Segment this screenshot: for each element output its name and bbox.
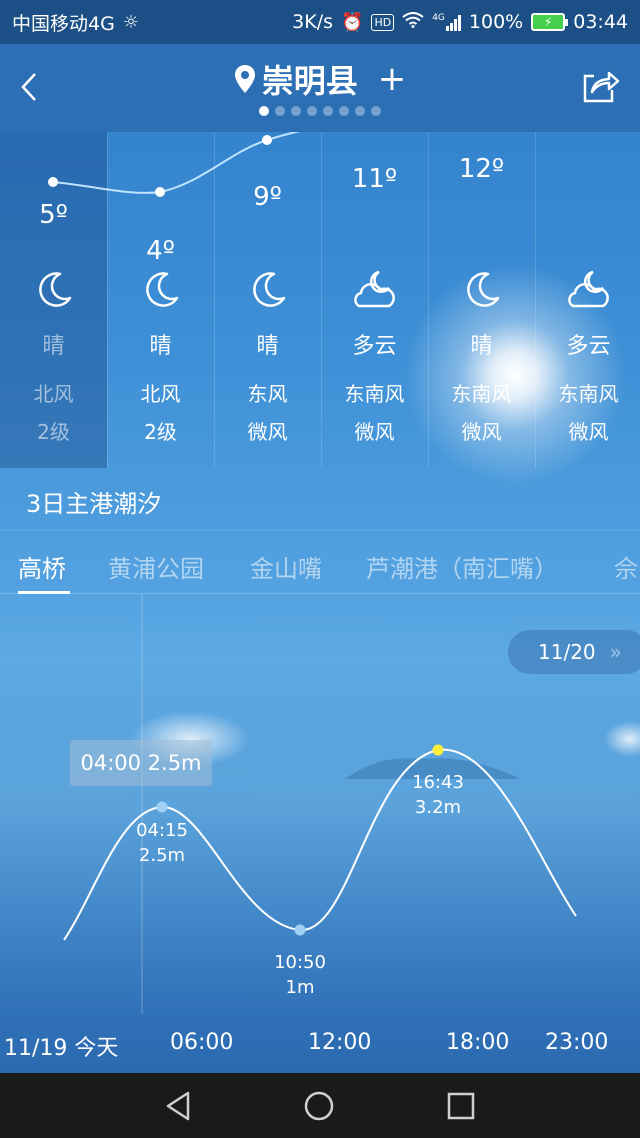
page-dot bbox=[355, 106, 365, 116]
hourly-forecast: 5º 晴北风 2级 4º 晴北风 2级 9º 晴东风微风 11º 多云东南风微风 12º 晴东南风微风… bbox=[0, 132, 640, 468]
tide-section-title: 3日主港潮汐 bbox=[26, 490, 162, 518]
wind-level: 微风 bbox=[247, 420, 288, 444]
condition-label: 晴 bbox=[149, 334, 172, 359]
x-axis-tick: 11/19 今天 bbox=[4, 1036, 119, 1061]
page-dot bbox=[323, 106, 333, 116]
city-name: 崇明县 bbox=[261, 62, 358, 100]
wifi-icon bbox=[402, 11, 424, 33]
nav-home-button[interactable] bbox=[302, 1089, 336, 1123]
temperature-label: 12º bbox=[458, 154, 505, 184]
wind-level: 2级 bbox=[37, 420, 70, 444]
app-header: 崇明县 + bbox=[0, 44, 640, 132]
tide-time-label: 16:43 bbox=[412, 772, 464, 793]
share-icon bbox=[583, 71, 620, 103]
signal-icon: 4G bbox=[432, 13, 461, 31]
network-speed: 3K/s bbox=[292, 11, 334, 33]
nav-recents-button[interactable] bbox=[444, 1089, 478, 1123]
port-tabs: 高桥 黄浦公园 金山嘴 芦潮港（南汇嘴） 佘 bbox=[0, 530, 640, 594]
tab-port-3[interactable]: 芦潮港（南汇嘴） bbox=[366, 549, 558, 584]
triangle-back-icon bbox=[166, 1091, 190, 1121]
page-dot bbox=[275, 106, 285, 116]
page-dot bbox=[339, 106, 349, 116]
temperature-point bbox=[48, 177, 58, 187]
moon-icon bbox=[0, 268, 107, 312]
tide-tooltip: 04:00 2.5m bbox=[70, 740, 212, 786]
wind-direction: 东南风 bbox=[451, 382, 512, 406]
circle-home-icon bbox=[304, 1091, 334, 1121]
condition-label: 晴 bbox=[42, 334, 65, 359]
brightness-icon: ☼ bbox=[122, 11, 139, 33]
next-day-button[interactable]: 11/20 » bbox=[508, 630, 640, 674]
condition-label: 晴 bbox=[256, 334, 279, 359]
tab-port-1[interactable]: 黄浦公园 bbox=[108, 549, 204, 584]
signal-type: 4G bbox=[432, 13, 445, 23]
cloudy-night-icon bbox=[321, 268, 428, 312]
wind-direction: 东南风 bbox=[558, 382, 619, 406]
double-chevron-right-icon: » bbox=[609, 640, 622, 664]
next-date-label: 11/20 bbox=[538, 640, 596, 664]
nav-back-button[interactable] bbox=[162, 1089, 196, 1123]
wind-level: 微风 bbox=[354, 420, 395, 444]
share-button[interactable] bbox=[582, 68, 622, 108]
wind-level: 2级 bbox=[144, 420, 177, 444]
temperature-label: 11º bbox=[351, 164, 398, 194]
tab-port-4[interactable]: 佘 bbox=[614, 549, 638, 584]
wind-direction: 北风 bbox=[140, 382, 181, 406]
tide-height-label: 3.2m bbox=[415, 797, 461, 818]
moon-icon bbox=[107, 268, 214, 312]
condition-label: 晴 bbox=[470, 334, 493, 359]
wind-direction: 东风 bbox=[247, 382, 288, 406]
cloudy-night-icon bbox=[535, 268, 640, 312]
battery-icon: ⚡ bbox=[531, 13, 569, 31]
page-dot bbox=[259, 106, 269, 116]
tab-port-2[interactable]: 金山嘴 bbox=[250, 549, 322, 584]
add-city-button[interactable]: + bbox=[378, 59, 407, 99]
system-nav-bar bbox=[0, 1073, 640, 1138]
carrier-label: 中国移动4G bbox=[12, 12, 115, 35]
wind-direction: 东南风 bbox=[344, 382, 405, 406]
wind-direction: 北风 bbox=[33, 382, 74, 406]
moon-icon bbox=[428, 268, 535, 312]
x-axis-tick: 12:00 bbox=[308, 1030, 372, 1055]
page-dot bbox=[307, 106, 317, 116]
tide-time-axis: 11/19 今天 06:00 12:00 18:00 23:00 bbox=[0, 1014, 640, 1072]
tide-time-label: 04:15 bbox=[136, 820, 188, 841]
wind-level: 微风 bbox=[461, 420, 502, 444]
condition-label: 多云 bbox=[566, 334, 611, 359]
tide-height-label: 1m bbox=[286, 977, 315, 998]
clock: 03:44 bbox=[573, 11, 628, 33]
tide-point-low[interactable] bbox=[294, 924, 306, 936]
x-axis-tick: 18:00 bbox=[446, 1030, 510, 1055]
page-dot bbox=[291, 106, 301, 116]
x-axis-tick: 06:00 bbox=[170, 1030, 234, 1055]
moon-icon bbox=[214, 268, 321, 312]
square-recents-icon bbox=[447, 1092, 475, 1120]
x-axis-tick: 23:00 bbox=[545, 1030, 609, 1055]
temperature-label: 5º bbox=[39, 200, 68, 230]
temperature-label: 9º bbox=[253, 182, 282, 212]
alarm-icon: ⏰ bbox=[341, 11, 364, 33]
tide-time-label: 10:50 bbox=[274, 952, 326, 973]
battery-percent: 100% bbox=[468, 11, 524, 33]
city-title[interactable]: 崇明县 + bbox=[0, 56, 640, 102]
hd-badge: HD bbox=[371, 13, 395, 31]
tide-height-label: 2.5m bbox=[139, 845, 185, 866]
temperature-point bbox=[155, 187, 165, 197]
page-indicator bbox=[0, 106, 640, 116]
page-dot bbox=[371, 106, 381, 116]
temperature-point bbox=[262, 135, 272, 145]
tab-port-0[interactable]: 高桥 bbox=[18, 549, 66, 584]
status-bar: 中国移动4G ☼ 3K/s ⏰ HD 4G 100% ⚡ 03:44 bbox=[0, 0, 640, 44]
wind-level: 微风 bbox=[568, 420, 609, 444]
location-pin-icon bbox=[234, 65, 255, 93]
tide-point-high[interactable] bbox=[432, 744, 444, 756]
condition-label: 多云 bbox=[352, 334, 397, 359]
tide-point-high[interactable] bbox=[156, 801, 168, 813]
temperature-label: 4º bbox=[146, 236, 175, 266]
